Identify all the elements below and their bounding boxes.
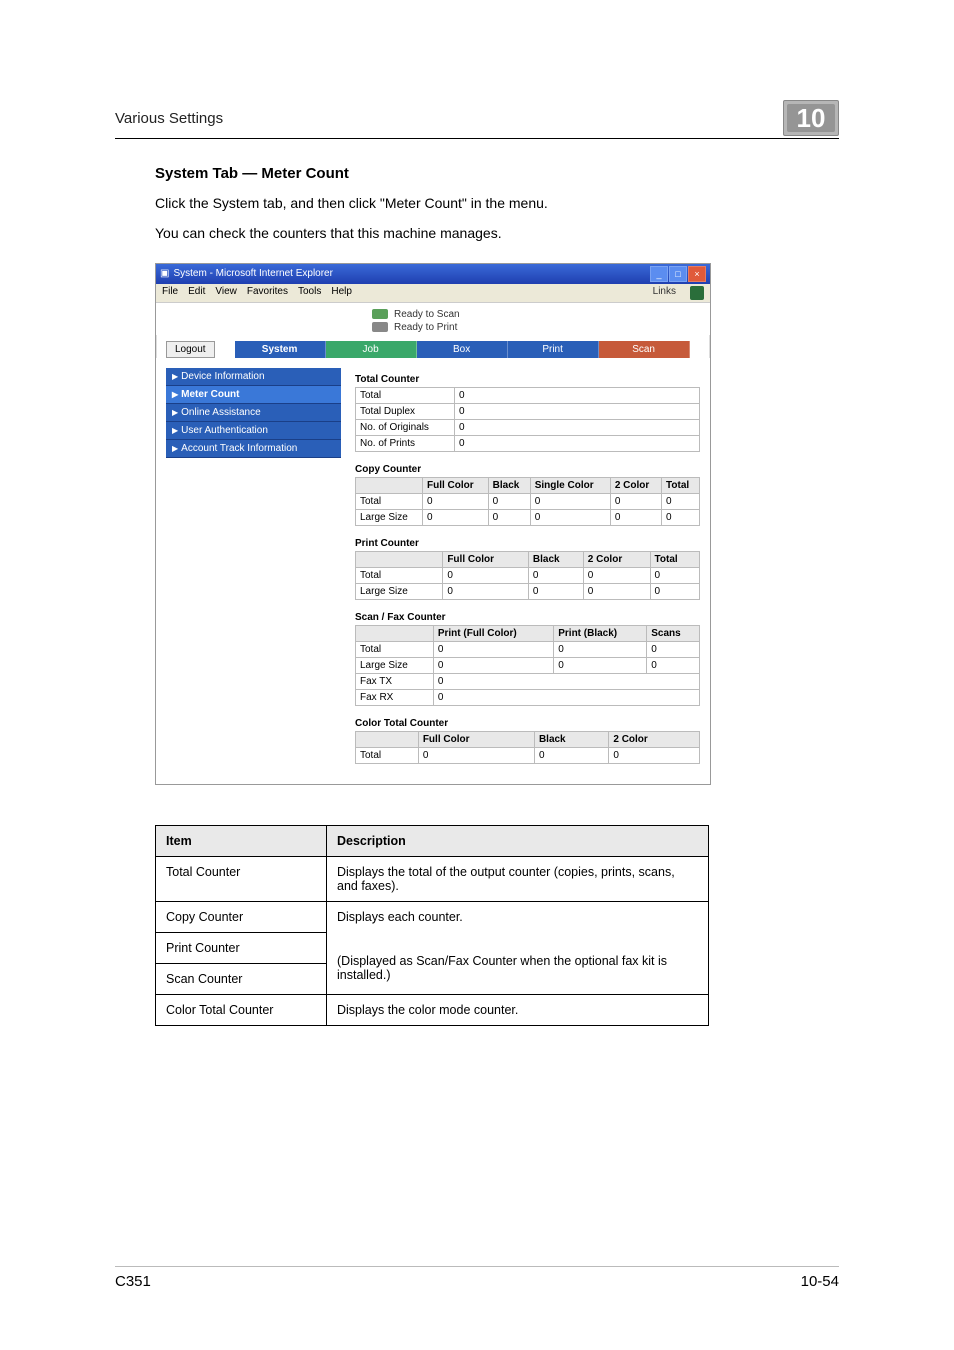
desc-row-total-item: Total Counter — [156, 856, 327, 901]
desc-head-desc: Description — [327, 825, 709, 856]
printer-status-text: Ready to Print — [394, 322, 457, 333]
desc-row-colortotal-item: Color Total Counter — [156, 994, 327, 1025]
running-head: Various Settings — [115, 110, 223, 127]
body-paragraph-1: Click the System tab, and then click "Me… — [155, 192, 839, 214]
links-label[interactable]: Links — [653, 286, 676, 300]
color-total-counter-table: Full Color Black 2 Color Total000 — [355, 731, 700, 764]
window-title: System - Microsoft Internet Explorer — [173, 268, 333, 279]
menu-tools[interactable]: Tools — [298, 286, 321, 300]
menu-file[interactable]: File — [162, 286, 178, 300]
menu-favorites[interactable]: Favorites — [247, 286, 288, 300]
desc-row-copy-item: Copy Counter — [156, 901, 327, 932]
sidebar-item-device-information[interactable]: ▶Device Information — [166, 368, 341, 386]
tab-print[interactable]: Print — [508, 341, 599, 358]
sidebar-item-account-track[interactable]: ▶Account Track Information — [166, 440, 341, 458]
total-counter-heading: Total Counter — [355, 368, 700, 387]
desc-row-print-item: Print Counter — [156, 932, 327, 963]
tab-box[interactable]: Box — [417, 341, 508, 358]
tab-system[interactable]: System — [235, 341, 326, 358]
close-button[interactable]: × — [688, 266, 706, 282]
color-total-counter-heading: Color Total Counter — [355, 712, 700, 731]
ie-throbber-icon — [690, 286, 704, 300]
printer-status-icon — [372, 322, 388, 332]
copy-counter-table: Full Color Black Single Color 2 Color To… — [355, 477, 700, 526]
sidebar-item-online-assistance[interactable]: ▶Online Assistance — [166, 404, 341, 422]
logout-button[interactable]: Logout — [166, 341, 215, 358]
section-title: System Tab — Meter Count — [155, 165, 839, 182]
footer-left: C351 — [115, 1273, 151, 1290]
total-counter-table: Total0 Total Duplex0 No. of Originals0 N… — [355, 387, 700, 452]
desc-row-copy-desc: Displays each counter. — [337, 910, 698, 924]
embedded-screenshot: ▣ System - Microsoft Internet Explorer _… — [155, 263, 711, 785]
desc-row-scan-desc: (Displayed as Scan/Fax Counter when the … — [337, 954, 698, 982]
window-titlebar: ▣ System - Microsoft Internet Explorer _… — [156, 264, 710, 284]
scanner-status-text: Ready to Scan — [394, 309, 460, 320]
sidebar-item-user-authentication[interactable]: ▶User Authentication — [166, 422, 341, 440]
minimize-button[interactable]: _ — [650, 266, 668, 282]
tab-job[interactable]: Job — [326, 341, 417, 358]
desc-row-total-desc: Displays the total of the output counter… — [327, 856, 709, 901]
menu-bar: File Edit View Favorites Tools Help Link… — [156, 284, 710, 303]
ie-page-icon: ▣ — [160, 268, 169, 279]
desc-row-scan-item: Scan Counter — [156, 963, 327, 994]
menu-help[interactable]: Help — [331, 286, 352, 300]
sidebar-item-meter-count[interactable]: ▶Meter Count — [166, 386, 341, 404]
tab-scan[interactable]: Scan — [599, 341, 690, 358]
scanner-status-icon — [372, 309, 388, 319]
desc-head-item: Item — [156, 825, 327, 856]
copy-counter-heading: Copy Counter — [355, 458, 700, 477]
print-counter-heading: Print Counter — [355, 532, 700, 551]
menu-edit[interactable]: Edit — [188, 286, 205, 300]
body-paragraph-2: You can check the counters that this mac… — [155, 222, 839, 244]
scanfax-counter-heading: Scan / Fax Counter — [355, 606, 700, 625]
scanfax-counter-table: Print (Full Color) Print (Black) Scans T… — [355, 625, 700, 706]
description-table: Item Description Total Counter Displays … — [155, 825, 709, 1026]
chapter-number-badge: 10 — [783, 100, 839, 136]
menu-view[interactable]: View — [215, 286, 237, 300]
sidebar: ▶Device Information ▶Meter Count ▶Online… — [166, 368, 341, 770]
print-counter-table: Full Color Black 2 Color Total Total0000… — [355, 551, 700, 600]
desc-row-colortotal-desc: Displays the color mode counter. — [327, 994, 709, 1025]
footer-right: 10-54 — [801, 1273, 839, 1290]
maximize-button[interactable]: □ — [669, 266, 687, 282]
